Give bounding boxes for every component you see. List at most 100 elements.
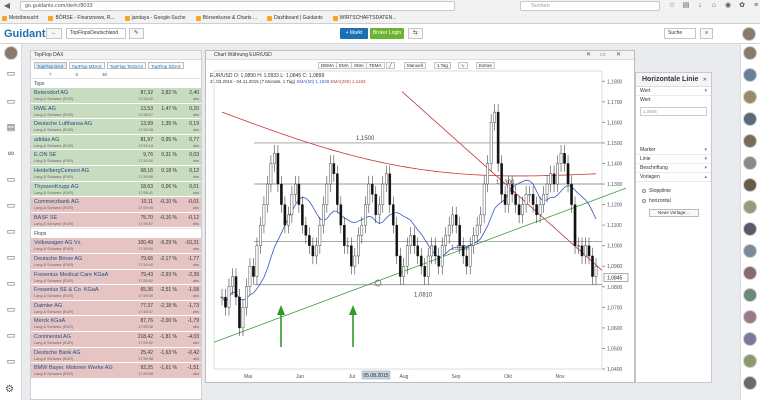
new-template-button[interactable]: Neue Vorlage... bbox=[648, 209, 699, 217]
section-marker[interactable]: Marker ▾ bbox=[636, 146, 711, 155]
stock-name[interactable]: RWE AG bbox=[34, 106, 56, 112]
user-avatar[interactable] bbox=[743, 222, 757, 236]
book-icon[interactable]: ▤ bbox=[5, 122, 17, 132]
stock-row[interactable]: RWE AG Lang & Schwarz (EUR) 13,53 17:58:07 1… bbox=[31, 103, 201, 120]
user-avatar[interactable] bbox=[743, 244, 757, 258]
back-button[interactable]: ← bbox=[46, 28, 62, 39]
link-icon[interactable]: ∞ bbox=[5, 148, 17, 158]
stock-name[interactable]: Deutsche Lufthansa AG bbox=[34, 121, 92, 127]
tab-topflop-dax[interactable]: TopFlop DAX bbox=[34, 62, 67, 69]
stock-row[interactable]: Merck KGaA Lang & Schwarz (EUR) 87,76 17:59… bbox=[31, 316, 201, 332]
stock-row[interactable]: ThyssenKrupp AG Lang & Schwarz (EUR) 18,63… bbox=[31, 181, 201, 198]
user-avatar[interactable] bbox=[743, 112, 757, 126]
menu-button[interactable]: ≡ bbox=[700, 28, 714, 39]
markt-button[interactable]: + Markt bbox=[340, 28, 368, 39]
user-avatar[interactable] bbox=[743, 332, 757, 346]
stock-row[interactable]: BMW Bayer. Motoren Werke AG Lang & Schwar… bbox=[31, 363, 201, 379]
stock-row[interactable]: HeidelbergCement AG Lang & Schwarz (EUR) 6… bbox=[31, 165, 201, 182]
template-stopplinie[interactable]: Stopplinie bbox=[636, 186, 711, 196]
bookmark[interactable]: Meistbesucht bbox=[2, 15, 38, 21]
bookmark[interactable]: jandaya - Google-Suche bbox=[124, 15, 186, 21]
candlestick-chart[interactable]: 1,1800 1,1700 1,1600 1,1500 1,1400 1,1300 1,12… bbox=[206, 51, 636, 384]
section-linie[interactable]: Linie ▾ bbox=[636, 155, 711, 164]
stock-row[interactable]: Beiersdorf AG Lang & Schwarz (EUR) 87,32 17… bbox=[31, 88, 201, 104]
stock-row[interactable]: adidas AG Lang & Schwarz (EUR) 81,97 17:59:… bbox=[31, 134, 201, 151]
workspace-select[interactable]: TopFlopsDeutschland bbox=[66, 28, 126, 39]
bookmark[interactable]: Börsenkurse & Charts ... bbox=[195, 15, 257, 21]
wert-input[interactable]: 1,0845 bbox=[640, 107, 707, 116]
stock-name[interactable]: Deutsche Bank AG bbox=[34, 350, 80, 356]
section-vorlagen[interactable]: Vorlagen ▴ bbox=[636, 173, 711, 182]
stock-name[interactable]: Volkswagen AG Vz. bbox=[34, 240, 82, 246]
clipboard-icon[interactable]: ▤ bbox=[682, 1, 690, 10]
monitor-icon[interactable]: ▭ bbox=[5, 304, 17, 314]
monitor-icon[interactable]: ▭ bbox=[5, 278, 17, 288]
section-beschriftung[interactable]: Beschriftung ▾ bbox=[636, 164, 711, 173]
user-avatar[interactable] bbox=[743, 134, 757, 148]
stock-row[interactable]: Volkswagen AG Vz. Lang & Schwarz (EUR) 100… bbox=[31, 238, 201, 254]
stock-row[interactable]: Commerzbank AG Lang & Schwarz (EUR) 10,11 1… bbox=[31, 197, 201, 213]
stock-name[interactable]: Daimler AG bbox=[34, 303, 62, 309]
stock-name[interactable]: ThyssenKrupp AG bbox=[34, 184, 79, 190]
stock-name[interactable]: HeidelbergCement AG bbox=[34, 168, 89, 174]
stock-name[interactable]: BMW Bayer. Motoren Werke AG bbox=[34, 365, 113, 371]
swap-button[interactable]: ⇆ bbox=[408, 28, 423, 39]
stock-name[interactable]: Deutsche Börse AG bbox=[34, 256, 82, 262]
tab-topflop-tecdax[interactable]: TopFlop TecDAX bbox=[106, 62, 147, 69]
stock-name[interactable]: Beiersdorf AG bbox=[34, 90, 68, 96]
broker-login-button[interactable]: Broker Login bbox=[370, 28, 404, 39]
close-icon[interactable]: ✕ bbox=[703, 73, 707, 87]
monitor-icon[interactable]: ▭ bbox=[5, 356, 17, 366]
stock-name[interactable]: Merck KGaA bbox=[34, 318, 65, 324]
bookmark[interactable]: Dashboard | Guidants bbox=[267, 15, 323, 21]
user-avatar[interactable] bbox=[743, 354, 757, 368]
bookmark[interactable]: WIRTSCHAFTSDATEN... bbox=[332, 15, 396, 21]
user-avatar[interactable] bbox=[743, 90, 757, 104]
home-icon[interactable]: ⌂ bbox=[710, 1, 718, 10]
monitor-icon[interactable]: ▭ bbox=[5, 174, 17, 184]
browser-search[interactable]: Suchen bbox=[520, 1, 660, 11]
star-icon[interactable]: ☆ bbox=[668, 1, 676, 10]
tab-topflop-mdax[interactable]: TopFlop MDAX bbox=[68, 62, 105, 69]
stock-row[interactable]: E.ON SE Lang & Schwarz (EUR) 9,76 17:59:30 0… bbox=[31, 150, 201, 166]
user-avatar[interactable] bbox=[743, 266, 757, 280]
stock-name[interactable]: E.ON SE bbox=[34, 152, 56, 158]
user-avatar[interactable] bbox=[743, 288, 757, 302]
stock-name[interactable]: adidas AG bbox=[34, 137, 59, 143]
download-icon[interactable]: ↓ bbox=[696, 1, 704, 10]
stock-name[interactable]: Fresenius SE & Co. KGaA bbox=[34, 287, 99, 293]
monitor-icon[interactable]: ▭ bbox=[5, 68, 17, 78]
monitor-icon[interactable]: ▭ bbox=[5, 226, 17, 236]
settings-gear-icon[interactable]: ⚙ bbox=[5, 384, 14, 395]
stock-row[interactable]: Continental AG Lang & Schwarz (EUR) 218,42… bbox=[31, 331, 201, 348]
user-avatar[interactable] bbox=[743, 200, 757, 214]
stock-row[interactable]: Deutsche Börse AG Lang & Schwarz (EUR) 79,… bbox=[31, 253, 201, 270]
stock-row[interactable]: Deutsche Bank AG Lang & Schwarz (EUR) 25,4… bbox=[31, 347, 201, 364]
user-avatar[interactable] bbox=[743, 156, 757, 170]
monitor-icon[interactable]: ▭ bbox=[5, 252, 17, 262]
app-search[interactable]: Suche bbox=[664, 28, 696, 39]
monitor-icon[interactable]: ▭ bbox=[5, 330, 17, 340]
back-icon[interactable]: ◀ bbox=[2, 1, 12, 11]
profile-avatar[interactable] bbox=[4, 46, 18, 60]
user-avatar[interactable] bbox=[743, 46, 757, 60]
addon-icon[interactable]: ✿ bbox=[738, 1, 746, 10]
bookmark[interactable]: BÖRSE - Finanznews, R... bbox=[48, 15, 115, 21]
user-avatar[interactable] bbox=[742, 27, 756, 41]
stock-name[interactable]: Continental AG bbox=[34, 334, 71, 340]
stock-name[interactable]: Fresenius Medical Care KGaA bbox=[34, 272, 108, 278]
url-bar[interactable]: go.guidants.com/de#c/8033 bbox=[20, 1, 455, 11]
tab-topflop-sdax[interactable]: TopFlop SDAX bbox=[148, 62, 184, 69]
stock-row[interactable]: Daimler AG Lang & Schwarz (EUR) 77,37 17:58… bbox=[31, 300, 201, 317]
stock-row[interactable]: BASF SE Lang & Schwarz (EUR) 75,70 17:59:57… bbox=[31, 212, 201, 229]
section-wert[interactable]: Wert ▾ bbox=[636, 87, 711, 96]
edit-button[interactable]: ✎ bbox=[129, 28, 144, 39]
template-horizontal[interactable]: horizontal bbox=[636, 196, 711, 206]
chat-icon[interactable]: ◉ bbox=[724, 1, 732, 10]
monitor-icon[interactable]: ▭ bbox=[5, 96, 17, 106]
menu-icon[interactable]: ≡ bbox=[752, 1, 760, 10]
monitor-icon[interactable]: ▭ bbox=[5, 200, 17, 210]
stock-name[interactable]: Commerzbank AG bbox=[34, 199, 79, 205]
stock-row[interactable]: Deutsche Lufthansa AG Lang & Schwarz (EUR… bbox=[31, 119, 201, 135]
user-avatar[interactable] bbox=[743, 178, 757, 192]
